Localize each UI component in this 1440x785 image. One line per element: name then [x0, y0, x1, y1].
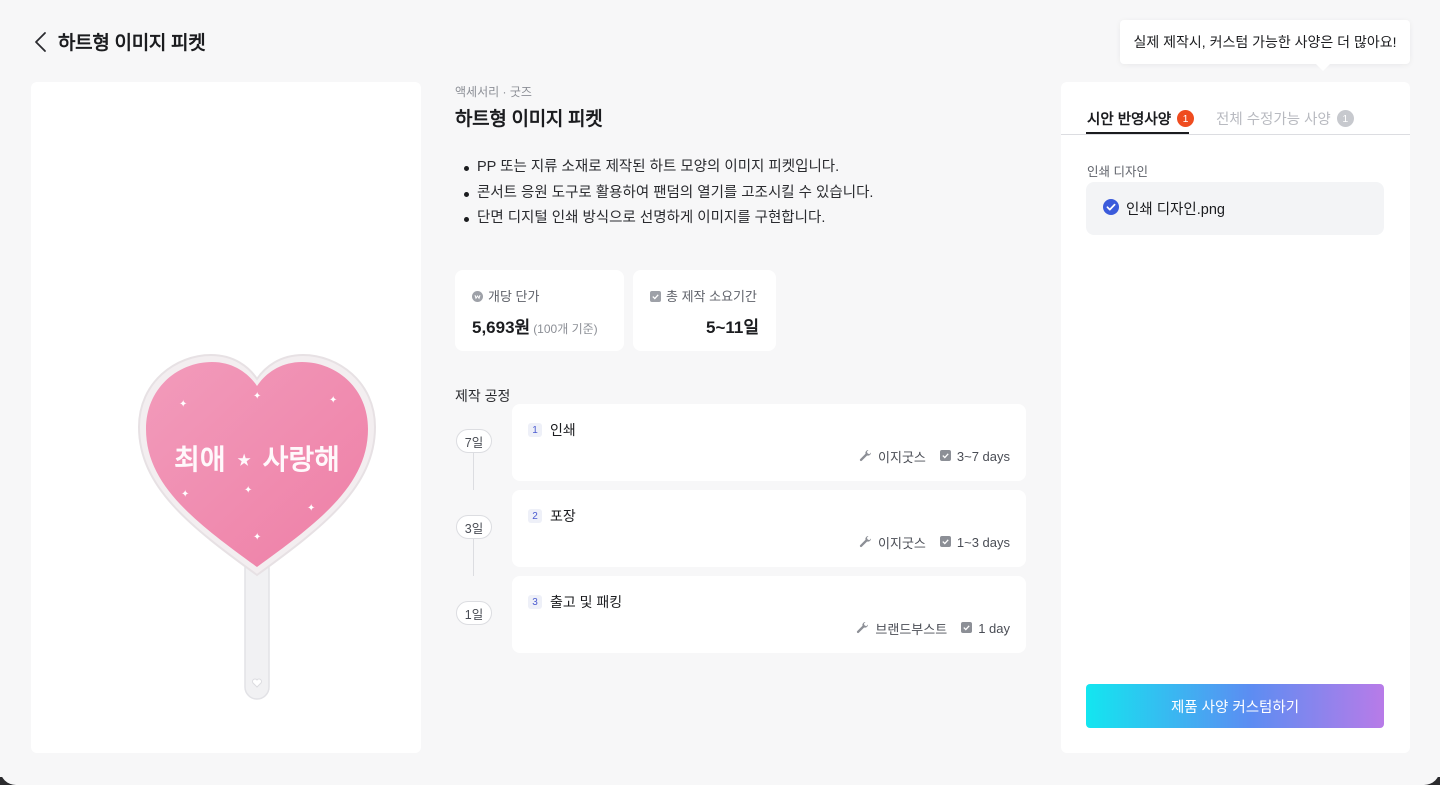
step-name: 포장	[550, 508, 576, 524]
step-card: 3 출고 및 패킹 브랜드부스트 1 day	[512, 576, 1026, 653]
unit-price-label: 개당 단가	[488, 288, 540, 304]
product-image-panel: 최애 ⋆ 사랑해 ✦ ✦ ✦ ✦ ✦ ✦ ✦	[31, 82, 421, 753]
step-card: 2 포장 이지굿스 1~3 days	[512, 490, 1026, 567]
unit-price-value: 5,693원	[472, 317, 531, 337]
svg-text:✦: ✦	[253, 532, 261, 543]
calendar-check-icon	[650, 290, 661, 302]
step-number: 2	[528, 509, 542, 523]
step-vendor: 브랜드부스트	[875, 622, 948, 637]
process-step: 1일 3 출고 및 패킹 브랜드부스트 1 day	[455, 576, 1027, 662]
tab-all-editable-specs[interactable]: 전체 수정가능 사양 1	[1216, 108, 1354, 129]
step-duration: 3~7 days	[956, 449, 1010, 464]
process-step: 3일 2 포장 이지굿스 1~3 days	[455, 490, 1027, 576]
tab-count-badge: 1	[1336, 110, 1354, 127]
svg-text:✦: ✦	[329, 395, 337, 406]
svg-text:✦: ✦	[179, 399, 187, 410]
total-period-card: 총 제작 소요기간 5~11일	[633, 269, 776, 351]
check-circle-icon	[1103, 198, 1119, 219]
step-duration: 1 day	[978, 621, 1010, 636]
customization-tooltip: 실제 제작시, 커스텀 가능한 사양은 더 많아요!	[1120, 20, 1410, 71]
print-design-file[interactable]: 인쇄 디자인.png	[1086, 182, 1384, 235]
product-category: 액세서리 · 굿즈	[455, 85, 532, 99]
spec-tabs: 시안 반영사양 1 전체 수정가능 사양 1	[1061, 82, 1410, 135]
description-item: PP 또는 지류 소재로 제작된 하트 모양의 이미지 피켓입니다.	[455, 155, 1027, 181]
page-title: 하트형 이미지 피켓	[58, 33, 206, 54]
process-step: 7일 1 인쇄 이지굿스 3~7 days	[455, 404, 1027, 490]
tab-label: 시안 반영사양	[1087, 112, 1172, 128]
step-number: 3	[528, 595, 542, 609]
step-days-badge: 1일	[456, 601, 492, 625]
active-tab-indicator	[1086, 132, 1189, 134]
tab-applied-specs[interactable]: 시안 반영사양 1	[1087, 108, 1195, 129]
window-bottom-edge	[0, 769, 1440, 785]
unit-price-card: 개당 단가 5,693원 (100개 기준)	[455, 269, 624, 351]
coin-icon	[472, 290, 483, 302]
step-vendor: 이지굿스	[878, 536, 926, 551]
step-duration: 1~3 days	[956, 535, 1010, 550]
step-days-badge: 7일	[456, 429, 492, 453]
customize-spec-button[interactable]: 제품 사양 커스텀하기	[1086, 684, 1384, 728]
process-timeline: 7일 1 인쇄 이지굿스 3~7 days 3일 2 포장 이지굿스 1~3 d…	[455, 404, 1027, 662]
step-vendor: 이지굿스	[878, 450, 926, 465]
step-days-badge: 3일	[456, 515, 492, 539]
heart-picket-image: 최애 ⋆ 사랑해 ✦ ✦ ✦ ✦ ✦ ✦ ✦	[137, 353, 377, 700]
tab-count-badge: 1	[1177, 110, 1195, 127]
calendar-check-icon	[939, 449, 951, 464]
svg-text:✦: ✦	[181, 489, 189, 500]
total-period-value: 5~11일	[706, 317, 759, 337]
description-item: 단면 디지털 인쇄 방식으로 선명하게 이미지를 구현합니다.	[455, 206, 1027, 232]
calendar-check-icon	[961, 621, 973, 636]
unit-price-basis: (100개 기준)	[533, 321, 598, 336]
wrench-icon	[859, 449, 872, 465]
step-name: 인쇄	[550, 422, 576, 438]
file-name: 인쇄 디자인.png	[1126, 202, 1225, 218]
tab-label: 전체 수정가능 사양	[1216, 112, 1331, 128]
product-name: 하트형 이미지 피켓	[455, 109, 603, 130]
step-number: 1	[528, 423, 542, 437]
svg-text:✦: ✦	[307, 503, 315, 514]
description-item: 콘서트 응원 도구로 활용하여 팬덤의 열기를 고조시킬 수 있습니다.	[455, 181, 1027, 207]
print-design-label: 인쇄 디자인	[1087, 165, 1148, 179]
process-title: 제작 공정	[455, 387, 511, 404]
picket-text: 최애 ⋆ 사랑해	[174, 443, 340, 476]
total-period-label: 총 제작 소요기간	[666, 288, 757, 304]
svg-text:✦: ✦	[253, 391, 261, 402]
wrench-icon	[859, 535, 872, 551]
step-card: 1 인쇄 이지굿스 3~7 days	[512, 404, 1026, 481]
description-list: PP 또는 지류 소재로 제작된 하트 모양의 이미지 피켓입니다. 콘서트 응…	[455, 155, 1027, 232]
stats-row: 개당 단가 5,693원 (100개 기준) 총 제작 소요기간 5~11일	[455, 269, 1027, 351]
spec-panel: 시안 반영사양 1 전체 수정가능 사양 1 인쇄 디자인 인쇄 디자인.png…	[1061, 82, 1410, 753]
calendar-check-icon	[939, 535, 951, 550]
svg-text:✦: ✦	[244, 485, 252, 496]
page-header: 하트형 이미지 피켓	[34, 28, 206, 55]
step-name: 출고 및 패킹	[550, 594, 623, 610]
product-info: 액세서리 · 굿즈 하트형 이미지 피켓 PP 또는 지류 소재로 제작된 하트…	[455, 82, 1027, 653]
back-arrow-icon[interactable]	[34, 30, 50, 54]
wrench-icon	[856, 621, 869, 637]
